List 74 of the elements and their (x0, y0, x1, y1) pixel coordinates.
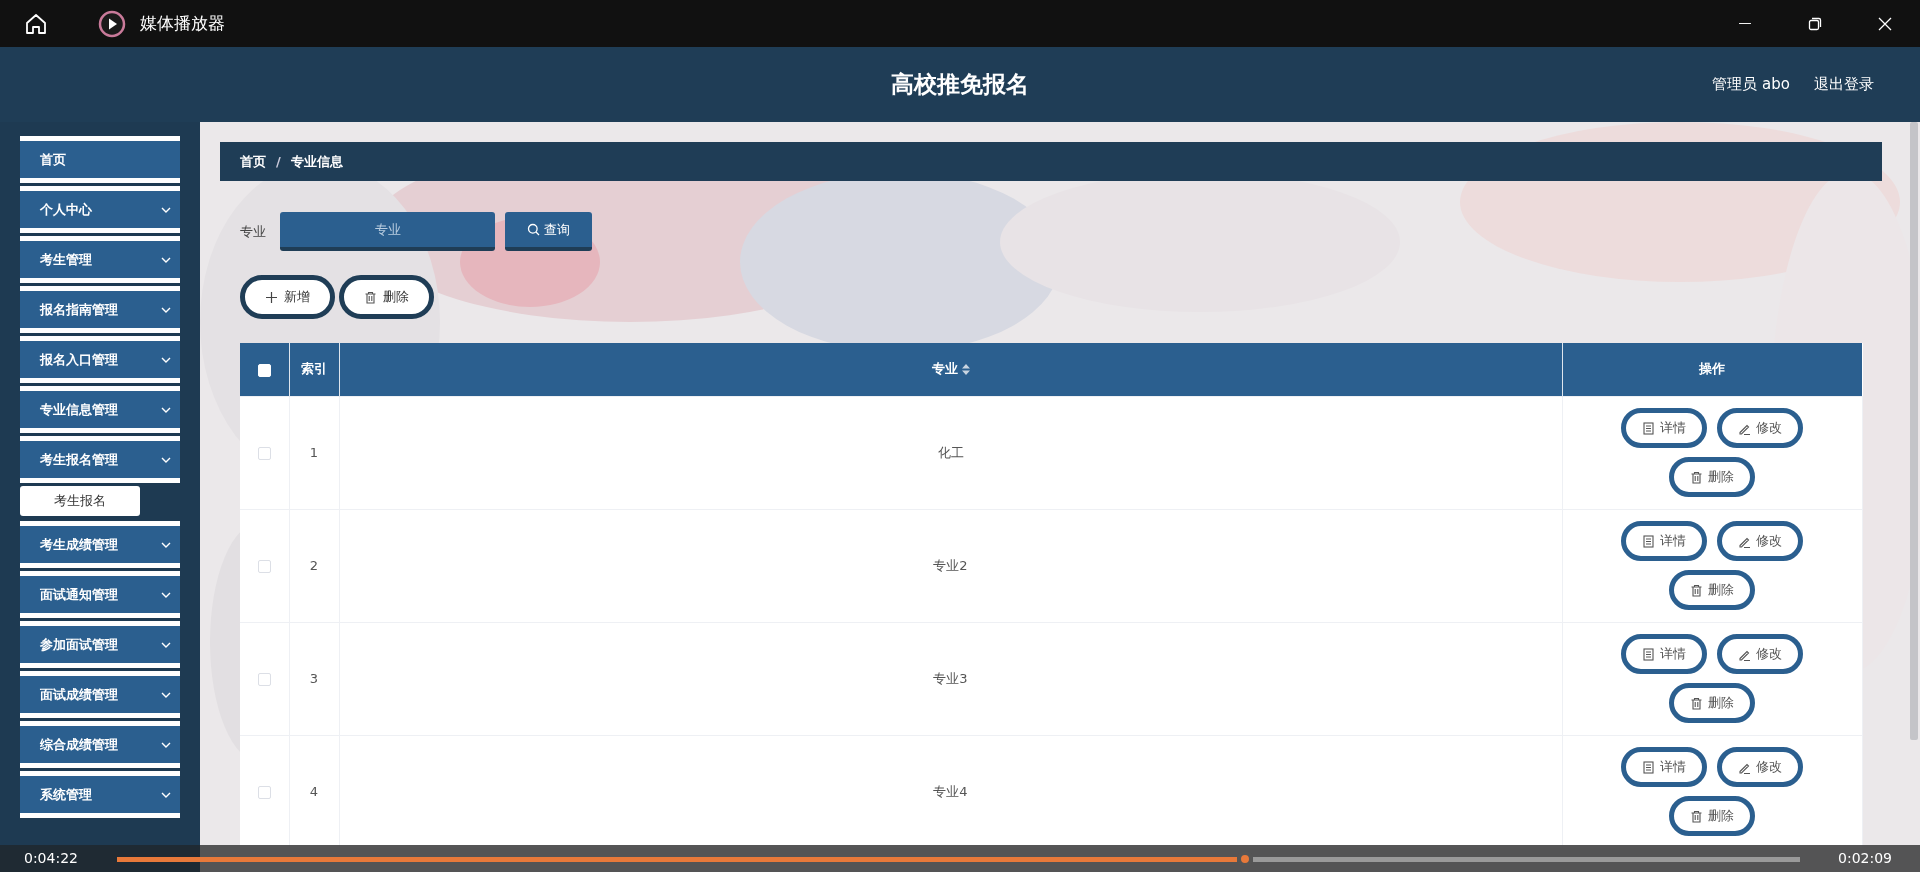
submenu-item[interactable]: 考生报名 (20, 486, 140, 516)
user-name: 管理员 abo (1712, 75, 1790, 94)
table-cell: 专业2 (933, 557, 968, 573)
sidebar-item[interactable]: 面试通知管理 (20, 571, 180, 618)
edit-button[interactable]: 修改 (1717, 634, 1803, 674)
search-icon (527, 223, 540, 236)
edit-button[interactable]: 修改 (1717, 747, 1803, 788)
table-cell: 1 (309, 445, 319, 460)
sidebar-item[interactable]: 专业信息管理 (20, 386, 180, 433)
breadcrumb-item[interactable]: 专业信息 (290, 152, 343, 171)
document-icon (1642, 534, 1655, 548)
trash-icon (1690, 583, 1703, 597)
search-field[interactable]: 专业 (280, 212, 495, 251)
document-icon (1642, 421, 1655, 435)
restore-icon (1807, 15, 1823, 32)
sidebar-item[interactable]: 首页 (20, 136, 180, 183)
breadcrumb-item[interactable]: 首页 (240, 152, 266, 171)
edit-button[interactable]: 修改 (1717, 408, 1803, 448)
sidebar-item[interactable]: 面试成绩管理 (20, 671, 180, 718)
trash-icon (364, 290, 377, 304)
delete-button[interactable]: 删除 (339, 275, 434, 319)
close-icon (1877, 15, 1893, 32)
detail-button[interactable]: 详情 (1621, 521, 1707, 561)
column-header: 操作 (1699, 360, 1726, 379)
minimize-icon (1737, 22, 1753, 25)
delete-button[interactable]: 删除 (1669, 796, 1755, 837)
row-checkbox[interactable] (257, 447, 271, 460)
sidebar-item[interactable]: 参加面试管理 (20, 621, 180, 668)
detail-button[interactable]: 详情 (1621, 408, 1707, 448)
sort-icon[interactable] (961, 363, 970, 375)
home-icon[interactable] (24, 11, 48, 36)
logout-link[interactable]: 退出登录 (1814, 75, 1874, 94)
sidebar-item[interactable]: 个人中心 (20, 186, 180, 233)
sidebar-item[interactable]: 系统管理 (20, 771, 180, 818)
scrollbar[interactable] (1910, 122, 1918, 740)
table-cell: 2 (309, 558, 319, 573)
detail-button[interactable]: 详情 (1621, 747, 1707, 788)
detail-button[interactable]: 详情 (1621, 634, 1707, 674)
table-cell: 4 (309, 784, 319, 800)
edit-button[interactable]: 修改 (1717, 521, 1803, 561)
document-icon (1642, 647, 1655, 661)
add-button[interactable]: 新增 (240, 275, 335, 319)
play-icon (98, 9, 126, 38)
search-label: 专业 (240, 222, 267, 241)
table-cell: 专业3 (933, 670, 968, 686)
sidebar-item[interactable]: 考生成绩管理 (20, 521, 180, 568)
remaining-time: 0:02:09 (1838, 850, 1892, 867)
trash-icon (1690, 809, 1703, 823)
select-all-checkbox[interactable] (257, 363, 271, 377)
delete-button[interactable]: 删除 (1669, 570, 1755, 610)
window-title: 媒体播放器 (140, 12, 225, 35)
sidebar-item[interactable]: 报名入口管理 (20, 336, 180, 383)
table-cell: 3 (309, 671, 319, 686)
sidebar-item[interactable]: 综合成绩管理 (20, 721, 180, 768)
document-icon (1642, 760, 1655, 774)
trash-icon (1690, 696, 1703, 710)
table-cell: 化工 (937, 444, 964, 460)
row-checkbox[interactable] (257, 673, 271, 686)
query-button[interactable]: 查询 (505, 212, 592, 251)
app-title: 高校推免报名 (891, 70, 1029, 99)
table-cell: 专业4 (933, 783, 968, 799)
delete-button[interactable]: 删除 (1669, 683, 1755, 723)
sidebar-item[interactable]: 考生管理 (20, 236, 180, 283)
column-header: 索引 (301, 360, 327, 379)
row-checkbox[interactable] (257, 560, 271, 573)
trash-icon (1690, 470, 1703, 484)
breadcrumb-separator: / (276, 154, 281, 169)
delete-button[interactable]: 删除 (1669, 457, 1755, 497)
sidebar-item[interactable]: 报名指南管理 (20, 286, 180, 333)
row-checkbox[interactable] (257, 786, 271, 800)
plus-icon (265, 290, 278, 304)
column-header[interactable]: 专业 (931, 360, 970, 379)
sidebar-item[interactable]: 考生报名管理 (20, 436, 180, 483)
elapsed-time: 0:04:22 (23, 850, 79, 867)
